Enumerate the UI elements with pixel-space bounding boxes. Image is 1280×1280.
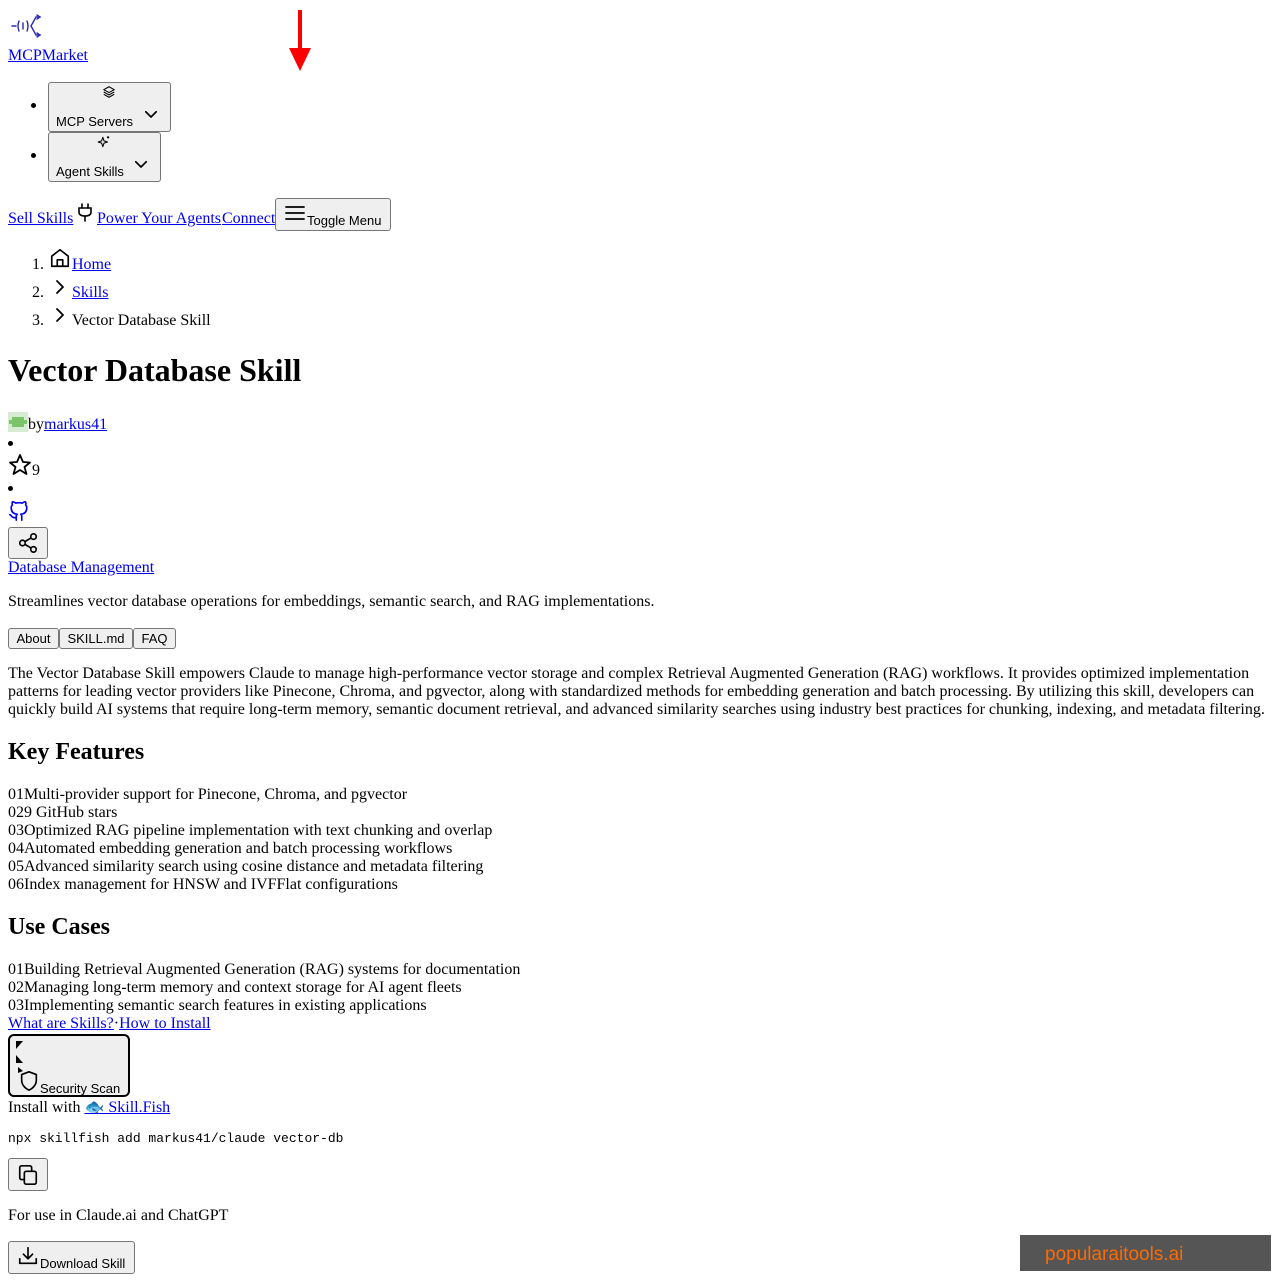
menu-label: MCP Servers — [56, 114, 134, 129]
item-number: 04 — [8, 840, 24, 857]
breadcrumb-home-link[interactable]: Home — [72, 256, 111, 274]
list-item: 03Implementing semantic search features … — [8, 997, 427, 1015]
share-icon — [17, 532, 39, 554]
download-label: Download Skill — [40, 1256, 126, 1271]
skill-fish-link[interactable]: 🐟 Skill.Fish — [84, 1099, 170, 1116]
item-text: Building Retrieval Augmented Generation … — [24, 961, 521, 978]
download-icon — [17, 1245, 39, 1267]
item-text: Index management for HNSW and IVFFlat co… — [24, 876, 398, 893]
hamburger-icon — [285, 204, 305, 222]
star-icon — [8, 453, 32, 477]
chevron-down-icon — [142, 105, 160, 123]
skill-summary: Streamlines vector database operations f… — [8, 593, 655, 610]
avatar — [8, 412, 28, 432]
github-icon[interactable] — [8, 499, 30, 523]
item-text: Multi-provider support for Pinecone, Chr… — [24, 786, 408, 803]
connect-link[interactable]: Connect — [222, 210, 275, 228]
install-line: Install with 🐟 Skill.Fish — [8, 1099, 170, 1117]
toggle-menu-button[interactable]: Toggle Menu — [275, 198, 391, 231]
help-links: What are Skills?·How to Install — [8, 1015, 211, 1033]
item-number: 03 — [8, 822, 24, 839]
download-skill-button[interactable]: Download Skill — [8, 1241, 135, 1274]
list-bullet — [8, 441, 13, 446]
layers-icon — [102, 85, 116, 99]
menu-label: Agent Skills — [56, 164, 124, 179]
list-bullet — [31, 103, 36, 108]
about-line: The Vector Database Skill empowers Claud… — [8, 665, 1250, 682]
list-item: 04Automated embedding generation and bat… — [8, 840, 452, 858]
breadcrumb-number: 2. — [32, 284, 44, 301]
claude-use-text: For use in Claude.ai and ChatGPT — [8, 1207, 229, 1224]
list-item: 03Optimized RAG pipeline implementation … — [8, 822, 492, 840]
plug-icon — [77, 202, 93, 222]
share-button[interactable] — [8, 527, 48, 559]
item-text: 9 GitHub stars — [24, 804, 118, 821]
watermark-text: popularaitools.ai — [1045, 1244, 1184, 1265]
tab-skill-md[interactable]: SKILL.md — [59, 628, 133, 649]
item-number: 06 — [8, 876, 24, 893]
list-item: 02Managing long-term memory and context … — [8, 979, 462, 997]
sell-skills-link[interactable]: Sell Skills — [8, 210, 73, 228]
agent-skills-menu-button[interactable]: Agent Skills — [48, 132, 161, 182]
power-your-agents-link[interactable]: Power Your Agents — [97, 210, 221, 228]
copy-icon — [17, 1163, 39, 1187]
breadcrumb-skills-link[interactable]: Skills — [72, 284, 108, 302]
item-number: 05 — [8, 858, 24, 875]
item-text: Optimized RAG pipeline implementation wi… — [24, 822, 493, 839]
sparkles-icon — [97, 135, 111, 149]
breadcrumb-number: 1. — [32, 256, 44, 273]
watermark-badge: popularaitools.ai — [1020, 1235, 1271, 1271]
install-command: npx skillfish add markus41/claude vector… — [8, 1131, 344, 1146]
toggle-menu-label: Toggle Menu — [307, 213, 382, 228]
use-cases-heading: Use Cases — [8, 914, 110, 940]
breadcrumb-number: 3. — [32, 312, 44, 329]
list-bullet — [31, 153, 36, 158]
by-label: by — [28, 416, 44, 433]
list-bullet — [8, 486, 13, 491]
list-item: 01Multi-provider support for Pinecone, C… — [8, 786, 407, 804]
category-link[interactable]: Database Management — [8, 559, 154, 577]
security-scan-button[interactable]: Security Scan — [8, 1034, 130, 1097]
item-number: 01 — [8, 961, 24, 978]
install-prefix: Install with — [8, 1099, 85, 1116]
how-to-install-link[interactable]: How to Install — [119, 1015, 211, 1032]
shield-icon — [18, 1069, 40, 1093]
list-item: 06Index management for HNSW and IVFFlat … — [8, 876, 398, 894]
item-number: 03 — [8, 997, 24, 1014]
key-features-heading: Key Features — [8, 739, 145, 765]
list-item: 01Building Retrieval Augmented Generatio… — [8, 961, 520, 979]
item-number: 01 — [8, 786, 24, 803]
item-text: Advanced similarity search using cosine … — [24, 858, 484, 875]
tab-about[interactable]: About — [8, 628, 59, 649]
mcp-servers-menu-button[interactable]: MCP Servers — [48, 82, 171, 132]
what-are-skills-link[interactable]: What are Skills? — [8, 1015, 114, 1032]
star-count: 9 — [32, 462, 40, 479]
breadcrumb-current: Vector Database Skill — [72, 312, 211, 329]
tab-faq[interactable]: FAQ — [133, 628, 176, 649]
item-text: Automated embedding generation and batch… — [24, 840, 453, 857]
item-number: 02 — [8, 979, 24, 996]
list-item: 05Advanced similarity search using cosin… — [8, 858, 483, 876]
brand-link[interactable]: MCPMarket — [8, 47, 88, 65]
item-text: Managing long-term memory and context st… — [24, 979, 462, 996]
security-scan-label: Security Scan — [40, 1081, 121, 1096]
chevron-right-icon — [52, 306, 68, 324]
about-line: quickly build AI systems that require lo… — [8, 701, 1265, 718]
list-item: 029 GitHub stars — [8, 804, 117, 822]
page-title: Vector Database Skill — [8, 352, 302, 388]
item-text: Implementing semantic search features in… — [24, 997, 427, 1014]
chevron-down-icon — [132, 155, 150, 173]
home-icon[interactable] — [49, 247, 71, 269]
about-line: patterns for leading vector providers li… — [8, 683, 1255, 700]
item-number: 02 — [8, 804, 24, 821]
red-arrow-annotation — [288, 10, 312, 72]
copy-button[interactable] — [8, 1158, 48, 1191]
author-link[interactable]: markus41 — [44, 416, 107, 434]
chevron-right-icon — [52, 278, 68, 296]
logo-icon[interactable] — [10, 13, 42, 39]
